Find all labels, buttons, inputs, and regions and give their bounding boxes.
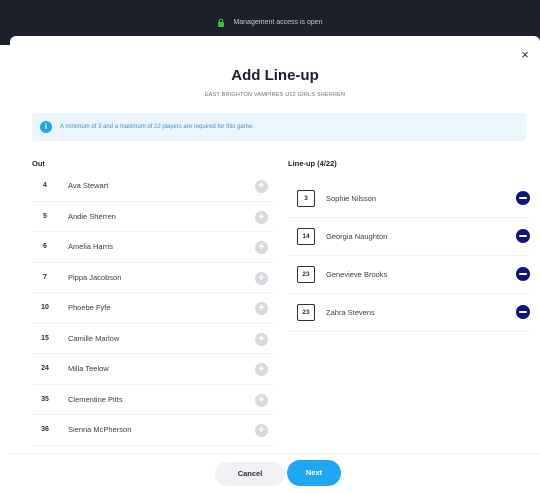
player-number: 23 — [297, 266, 315, 283]
player-number: 5 — [43, 212, 47, 220]
add-player-button[interactable]: + — [255, 393, 268, 407]
lineup-player-row: 14 Georgia Naughton — [288, 218, 530, 256]
out-player-row: 24 Milla Teelow + — [32, 354, 274, 385]
minus-icon — [519, 235, 527, 237]
add-player-button[interactable]: + — [255, 271, 268, 285]
add-player-button[interactable]: + — [255, 180, 268, 193]
minus-icon — [519, 311, 527, 313]
management-text: Management access is open — [233, 18, 323, 26]
player-name: Pippa Jacobson — [68, 272, 122, 282]
info-banner: i A minimum of 3 and a maximum of 22 pla… — [32, 113, 526, 141]
add-player-button[interactable]: + — [255, 241, 268, 254]
player-number: 6 — [43, 243, 47, 251]
player-number: 35 — [41, 395, 49, 403]
player-name: Ava Stewart — [68, 181, 109, 191]
player-name: Sophie Nilsson — [326, 194, 377, 203]
player-name: Phoebe Fyfe — [68, 303, 111, 313]
out-player-row: 5 Andie Sherren + — [32, 202, 274, 232]
management-banner: Management access is open — [0, 14, 540, 30]
out-heading: Out — [32, 159, 45, 168]
minus-icon — [519, 197, 527, 199]
out-player-row: 4 Ava Stewart + — [32, 171, 274, 202]
player-name: Zahra Stevens — [326, 308, 375, 317]
player-name: Milla Teelow — [68, 364, 109, 374]
lock-icon — [218, 18, 225, 27]
close-button[interactable]: × — [518, 48, 532, 62]
remove-player-button[interactable] — [516, 267, 530, 281]
out-player-row: 10 Phoebe Fyfe + — [32, 293, 274, 324]
lineup-list: 3 Sophie Nilsson 14 Georgia Naughton 23 … — [288, 180, 530, 332]
player-number: 4 — [43, 182, 47, 190]
minus-icon — [519, 273, 527, 275]
player-number: 24 — [41, 365, 49, 373]
out-player-row: 36 Sienna McPherson + — [32, 415, 274, 446]
out-player-row: 6 Amelia Harris + — [32, 232, 274, 263]
player-number: 36 — [41, 426, 49, 434]
cancel-button[interactable]: Cancel — [215, 462, 285, 486]
player-number: 15 — [41, 334, 49, 342]
player-number: 14 — [297, 228, 315, 245]
player-name: Camille Marlow — [68, 333, 120, 343]
player-name: Georgia Naughton — [326, 232, 388, 241]
add-lineup-modal: × Add Line-up EAST BRIGHTON VAMPIRES U12… — [10, 36, 540, 493]
add-player-button[interactable]: + — [255, 363, 268, 376]
player-name: Clementine Pitts — [68, 394, 123, 404]
player-number: 23 — [297, 304, 315, 321]
player-name: Sienna McPherson — [68, 425, 132, 435]
add-player-button[interactable]: + — [255, 332, 268, 346]
modal-title: Add Line-up — [231, 67, 319, 84]
out-player-row: 35 Clementine Pitts + — [32, 385, 274, 415]
lineup-player-row: 23 Zahra Stevens — [288, 294, 530, 332]
info-icon: i — [40, 121, 52, 133]
info-text: A minimum of 3 and a maximum of 22 playe… — [60, 124, 254, 130]
player-number: 3 — [297, 190, 315, 207]
out-list: 4 Ava Stewart + 5 Andie Sherren + 6 Amel… — [32, 171, 274, 446]
remove-player-button[interactable] — [516, 191, 530, 205]
player-name: Amelia Harris — [68, 242, 114, 252]
team-subtitle: EAST BRIGHTON VAMPIRES U12 GIRLS SHERREN — [204, 92, 346, 98]
add-player-button[interactable]: + — [255, 302, 268, 315]
modal-footer: Cancel Next — [10, 453, 540, 493]
player-number: 10 — [41, 304, 49, 312]
lineup-heading: Line-up (4/22) — [288, 159, 337, 168]
player-number: 7 — [43, 273, 47, 281]
out-player-row: 15 Camille Marlow + — [32, 324, 274, 354]
lineup-player-row: 3 Sophie Nilsson — [288, 180, 530, 218]
next-button[interactable]: Next — [287, 460, 341, 486]
remove-player-button[interactable] — [516, 229, 530, 243]
out-player-row: 7 Pippa Jacobson + — [32, 263, 274, 293]
player-name: Genevieve Brooks — [326, 270, 388, 279]
player-name: Andie Sherren — [68, 211, 116, 221]
lineup-player-row: 23 Genevieve Brooks — [288, 256, 530, 294]
add-player-button[interactable]: + — [255, 424, 268, 437]
add-player-button[interactable]: + — [255, 210, 268, 224]
remove-player-button[interactable] — [516, 305, 530, 319]
